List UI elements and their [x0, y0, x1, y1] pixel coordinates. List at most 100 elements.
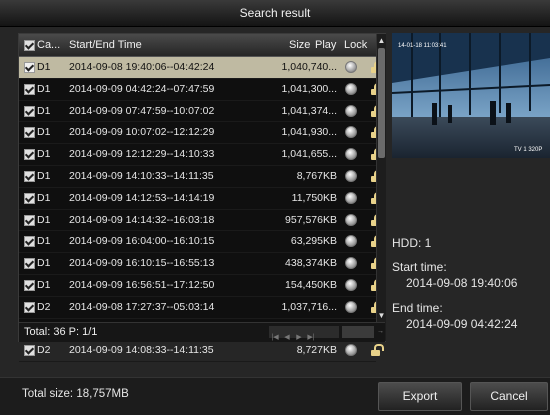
row-size: 1,037,716... [281, 300, 337, 313]
row-checkbox[interactable] [24, 279, 35, 291]
row-time-range: 2014-09-09 10:07:02--12:12:29 [69, 126, 215, 139]
table-row[interactable]: D1 2014-09-09 16:04:00--16:10:15 63,295KB [19, 231, 384, 254]
row-size: 11,750KB [291, 191, 337, 204]
preview-channel-label: TV 1 320P [514, 147, 542, 153]
row-camera: D2 [37, 344, 51, 357]
table-row[interactable]: D2 2014-09-08 17:27:37--05:03:14 1,037,716… [19, 297, 384, 319]
play-icon[interactable] [345, 213, 357, 226]
row-camera: D2 [37, 300, 51, 313]
total-count-label: Total: 36 P: 1/1 [24, 326, 98, 338]
row-checkbox[interactable] [24, 345, 35, 357]
start-time-value: 2014-09-08 19:40:06 [406, 276, 518, 290]
scroll-down-icon[interactable]: ▼ [377, 311, 386, 321]
table-row[interactable]: D1 2014-09-09 12:12:29--14:10:33 1,041,655… [19, 144, 384, 166]
table-row[interactable]: D1 2014-09-08 19:40:06--04:42:24 1,040,740… [19, 57, 384, 79]
table-row[interactable]: D1 2014-09-09 10:07:02--12:12:29 1,041,930… [19, 122, 384, 145]
row-size: 1,041,300... [281, 82, 337, 95]
play-icon[interactable] [345, 104, 357, 117]
row-time-range: 2014-09-08 19:40:06--04:42:24 [69, 61, 215, 73]
table-row[interactable]: D1 2014-09-09 14:10:33--14:11:35 8,767KB [19, 166, 384, 188]
table-row[interactable]: D1 2014-09-09 14:14:32--16:03:18 957,576KB [19, 210, 384, 232]
hdd-label: HDD: 1 [392, 236, 432, 250]
select-all-checkbox[interactable] [24, 40, 35, 51]
row-camera: D1 [37, 61, 51, 73]
table-row[interactable]: D1 2014-09-09 07:47:59--10:07:02 1,041,374… [19, 101, 384, 123]
end-time-value: 2014-09-09 04:42:24 [406, 317, 518, 331]
row-checkbox[interactable] [24, 83, 35, 95]
row-time-range: 2014-09-09 07:47:59--10:07:02 [69, 104, 215, 117]
play-icon[interactable] [345, 169, 357, 182]
export-button[interactable]: Export [378, 382, 462, 411]
table-row[interactable]: D1 2014-09-09 04:42:24--07:47:59 1,041,300… [19, 79, 384, 101]
play-icon[interactable] [345, 300, 357, 313]
row-checkbox[interactable] [24, 62, 35, 73]
play-icon[interactable] [345, 126, 357, 139]
unlock-icon[interactable] [370, 344, 384, 357]
row-camera: D1 [37, 148, 51, 161]
row-checkbox[interactable] [24, 214, 35, 226]
first-page-icon[interactable]: |◀ [269, 332, 281, 344]
video-preview[interactable]: 14-01-18 11:03:41 TV 1 320P [392, 33, 550, 158]
row-time-range: 2014-09-09 04:42:24--07:47:59 [69, 82, 215, 95]
table-header: Ca... Start/End Time Size Play Lock [19, 34, 376, 57]
row-time-range: 2014-09-09 14:14:32--16:03:18 [69, 213, 215, 226]
pagination-controls: |◀ ◀ ▶ ▶| [269, 326, 339, 341]
column-size[interactable]: Size [289, 34, 310, 56]
play-icon[interactable] [345, 235, 357, 248]
start-time-label: Start time: [392, 260, 447, 274]
row-size: 1,041,374... [281, 104, 337, 117]
play-icon[interactable] [345, 148, 357, 161]
row-checkbox[interactable] [24, 149, 35, 161]
go-page-icon[interactable]: → [377, 326, 384, 338]
column-camera[interactable]: Ca... [37, 34, 60, 56]
row-checkbox[interactable] [24, 170, 35, 182]
next-page-icon[interactable]: ▶ [293, 332, 305, 344]
play-icon[interactable] [345, 344, 357, 357]
total-size-label: Total size: 18,757MB [22, 388, 129, 400]
prev-page-icon[interactable]: ◀ [281, 332, 293, 344]
row-time-range: 2014-09-09 16:56:51--17:12:50 [69, 278, 215, 291]
last-page-icon[interactable]: ▶| [305, 332, 317, 344]
table-footer: Total: 36 P: 1/1 |◀ ◀ ▶ ▶| → [19, 322, 385, 342]
play-icon[interactable] [345, 257, 357, 270]
play-icon[interactable] [345, 278, 357, 291]
row-size: 1,041,655... [281, 148, 337, 161]
row-checkbox[interactable] [24, 236, 35, 248]
row-camera: D1 [37, 191, 51, 204]
row-checkbox[interactable] [24, 127, 35, 139]
column-lock[interactable]: Lock [344, 34, 367, 56]
row-time-range: 2014-09-09 14:08:33--14:11:35 [69, 344, 214, 357]
play-icon[interactable] [345, 191, 357, 204]
end-time-label: End time: [392, 301, 443, 315]
row-checkbox[interactable] [24, 105, 35, 117]
row-camera: D1 [37, 278, 51, 291]
search-result-table: Ca... Start/End Time Size Play Lock D1 20… [18, 33, 386, 363]
row-camera: D1 [37, 169, 51, 182]
table-row[interactable]: D1 2014-09-09 16:56:51--17:12:50 154,450KB [19, 275, 384, 297]
table-rows: D1 2014-09-08 19:40:06--04:42:24 1,040,740… [19, 57, 384, 363]
scroll-up-icon[interactable]: ▲ [377, 36, 386, 46]
column-play[interactable]: Play [315, 34, 336, 56]
row-checkbox[interactable] [24, 192, 35, 204]
table-row[interactable]: D1 2014-09-09 16:10:15--16:55:13 438,374KB [19, 253, 384, 275]
table-row[interactable]: D2 2014-09-09 14:08:33--14:11:35 8,727KB [19, 340, 384, 363]
preview-timestamp: 14-01-18 11:03:41 [398, 43, 447, 49]
page-number-input[interactable] [342, 326, 374, 338]
table-row[interactable]: D1 2014-09-09 14:12:53--14:14:19 11,750KB [19, 188, 384, 210]
row-checkbox[interactable] [24, 258, 35, 270]
play-icon[interactable] [345, 82, 357, 95]
cancel-button[interactable]: Cancel [470, 382, 548, 411]
row-camera: D1 [37, 104, 51, 117]
row-size: 1,041,930... [281, 126, 337, 139]
row-time-range: 2014-09-09 12:12:29--14:10:33 [69, 148, 215, 161]
row-camera: D1 [37, 213, 51, 226]
row-time-range: 2014-09-09 16:10:15--16:55:13 [69, 257, 215, 270]
column-start-end-time[interactable]: Start/End Time [69, 34, 142, 56]
table-scrollbar[interactable]: ▲ ▼ [376, 34, 386, 341]
row-time-range: 2014-09-09 14:10:33--14:11:35 [69, 169, 214, 182]
row-time-range: 2014-09-09 16:04:00--16:10:15 [69, 235, 215, 248]
scroll-thumb[interactable] [378, 48, 385, 158]
play-icon[interactable] [345, 61, 357, 73]
row-camera: D1 [37, 257, 51, 270]
row-checkbox[interactable] [24, 301, 35, 313]
